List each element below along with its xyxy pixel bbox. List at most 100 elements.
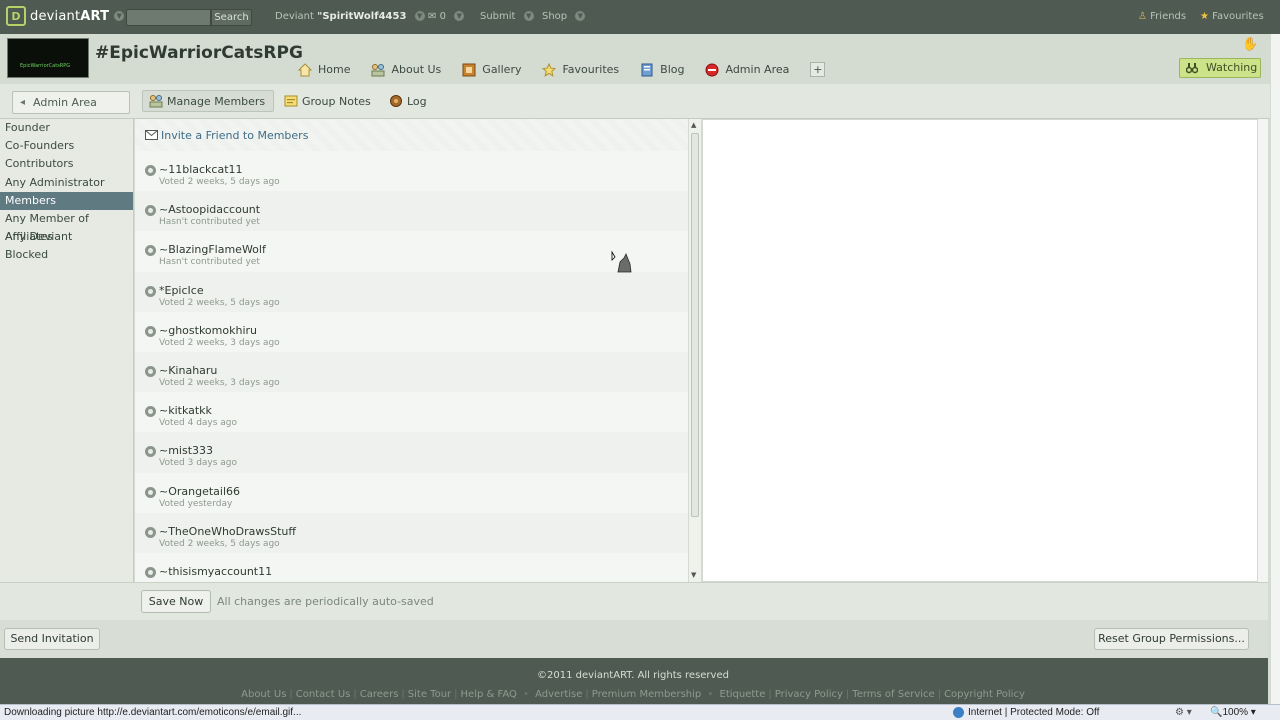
role-co-founders[interactable]: Co-Founders <box>0 137 133 155</box>
send-invitation-button[interactable]: Send Invitation <box>4 628 100 650</box>
chevron-down-icon[interactable]: ▼ <box>575 11 586 21</box>
member-name[interactable]: ~mist333 <box>159 444 688 457</box>
footer-link-etiquette[interactable]: Etiquette <box>720 689 766 700</box>
expand-icon[interactable] <box>145 165 156 176</box>
footer-link-about-us[interactable]: About Us <box>241 689 286 700</box>
footer-link-advertise[interactable]: Advertise <box>535 689 582 700</box>
group-title[interactable]: #EpicWarriorCatsRPG <box>95 43 303 63</box>
expand-icon[interactable] <box>145 205 156 217</box>
expand-icon[interactable] <box>145 245 156 257</box>
reset-group-permissions-button[interactable]: Reset Group Permissions... <box>1094 628 1249 650</box>
list-item[interactable]: ~mist333 Voted 3 days ago <box>135 432 688 473</box>
role-any-member-of-affiliates[interactable]: Any Member of Affiliates <box>0 210 133 243</box>
deviantart-logo[interactable]: D deviantART ▼ <box>6 5 125 27</box>
member-name[interactable]: ~thisismyaccount11 <box>159 565 688 578</box>
window-scrollbar[interactable] <box>1270 34 1280 704</box>
member-name[interactable]: ~11blackcat11 <box>159 163 688 176</box>
zoom-level[interactable]: 🔍100% ▾ <box>1210 707 1256 718</box>
member-name[interactable]: ~TheOneWhoDrawsStuff <box>159 525 688 538</box>
envelope-icon <box>145 130 158 140</box>
role-blocked[interactable]: Blocked <box>0 246 133 264</box>
save-bar: Save Now All changes are periodically au… <box>0 582 1268 620</box>
list-item[interactable]: ~11blackcat11 Voted 2 weeks, 5 days ago <box>135 151 688 191</box>
scrollbar-thumb[interactable] <box>691 133 699 517</box>
chevron-down-icon[interactable]: ▼ <box>414 11 425 21</box>
username[interactable]: "SpiritWolf4453 <box>317 11 406 22</box>
nav-favourites[interactable]: Favourites <box>542 62 619 77</box>
star-icon <box>542 62 557 77</box>
footer-link-premium-membership[interactable]: Premium Membership <box>592 689 701 700</box>
nav-blog[interactable]: Blog <box>640 63 684 77</box>
member-name[interactable]: ~BlazingFlameWolf <box>159 243 688 256</box>
submit-link[interactable]: Submit <box>480 11 515 22</box>
footer-link-privacy-policy[interactable]: Privacy Policy <box>775 689 843 700</box>
tab-manage-members[interactable]: Manage Members <box>142 90 275 112</box>
role-members[interactable]: Members <box>0 191 133 210</box>
detail-panel-scrollbar[interactable] <box>1258 119 1268 582</box>
expand-icon[interactable] <box>145 486 156 498</box>
friends-link[interactable]: ♙ Friends <box>1138 11 1186 22</box>
list-item[interactable]: ~thisismyaccount11 <box>135 553 688 582</box>
member-name[interactable]: *EpicIce <box>159 284 688 297</box>
favourites-link[interactable]: ★ Favourites <box>1200 11 1264 22</box>
footer-link-careers[interactable]: Careers <box>360 689 399 700</box>
expand-icon[interactable] <box>145 446 156 458</box>
expand-icon[interactable] <box>145 325 156 337</box>
security-zone[interactable]: Internet | Protected Mode: Off <box>953 707 1099 718</box>
expand-icon[interactable] <box>145 406 156 418</box>
submit-menu[interactable]: Submit ▼ <box>480 11 534 22</box>
list-item[interactable]: ~kitkatkk Voted 4 days ago <box>135 392 688 432</box>
member-list-scrollbar[interactable]: ▲ ▼ <box>688 119 701 582</box>
user-menu[interactable]: Deviant "SpiritWolf4453 ▼ <box>275 11 425 22</box>
footer-link-site-tour[interactable]: Site Tour <box>408 689 451 700</box>
member-name[interactable]: ~Kinaharu <box>159 364 688 377</box>
tab-group-notes[interactable]: Group Notes <box>284 90 371 112</box>
role-founder[interactable]: Founder <box>0 119 133 137</box>
role-any-administrator[interactable]: Any Administrator <box>0 174 133 192</box>
footer-link-terms-of-service[interactable]: Terms of Service <box>852 689 934 700</box>
nav-home[interactable]: Home <box>298 62 350 77</box>
list-item[interactable]: ~ghostkomokhiru Voted 2 weeks, 3 days ago <box>135 312 688 352</box>
chevron-down-icon[interactable]: ▼ <box>114 11 125 21</box>
tab-log[interactable]: Log <box>389 90 427 112</box>
chevron-down-icon[interactable]: ▼ <box>523 11 534 21</box>
nav-gallery[interactable]: Gallery <box>462 63 521 77</box>
nav-about-us[interactable]: About Us <box>371 63 441 77</box>
add-page-button[interactable]: + <box>810 62 826 77</box>
list-item[interactable]: ~BlazingFlameWolf Hasn't contributed yet <box>135 231 688 271</box>
shop-menu[interactable]: Shop ▼ <box>542 11 586 22</box>
list-item[interactable]: ~Astoopidaccount Hasn't contributed yet <box>135 191 688 232</box>
invite-friend-link[interactable]: Invite a Friend to Members <box>135 119 688 151</box>
list-item[interactable]: ~Kinaharu Voted 2 weeks, 3 days ago <box>135 351 688 393</box>
member-name[interactable]: ~Orangetail66 <box>159 485 688 498</box>
list-item[interactable]: *EpicIce Voted 2 weeks, 5 days ago <box>135 271 688 312</box>
member-name[interactable]: ~ghostkomokhiru <box>159 324 688 337</box>
scroll-up-icon[interactable]: ▲ <box>691 121 696 129</box>
expand-icon[interactable] <box>145 526 156 538</box>
chevron-down-icon[interactable]: ▼ <box>454 11 465 21</box>
save-now-button[interactable]: Save Now <box>141 590 211 613</box>
footer-link-copyright-policy[interactable]: Copyright Policy <box>944 689 1025 700</box>
role-contributors[interactable]: Contributors <box>0 155 133 173</box>
group-avatar[interactable]: EpicWarriorCatsRPG <box>7 38 89 78</box>
search-input[interactable] <box>126 9 211 26</box>
footer-link-help-faq[interactable]: Help & FAQ <box>461 689 517 700</box>
watching-button[interactable]: Watching <box>1179 58 1261 78</box>
expand-icon[interactable] <box>145 365 156 377</box>
nav-admin-area[interactable]: Admin Area <box>705 63 789 77</box>
member-name[interactable]: ~kitkatkk <box>159 404 688 417</box>
list-item[interactable]: ~TheOneWhoDrawsStuff Voted 2 weeks, 5 day… <box>135 512 688 553</box>
member-name[interactable]: ~Astoopidaccount <box>159 203 688 216</box>
role-any-deviant[interactable]: Any Deviant <box>0 228 133 246</box>
admin-area-home-button[interactable]: Admin Area Home <box>12 91 130 130</box>
expand-icon[interactable] <box>145 285 156 297</box>
search-button[interactable]: Search <box>211 9 252 26</box>
thumb-icon[interactable]: ✋ <box>1242 37 1258 52</box>
footer-link-contact-us[interactable]: Contact Us <box>296 689 351 700</box>
expand-icon[interactable] <box>145 566 156 578</box>
scroll-down-icon[interactable]: ▼ <box>691 571 696 579</box>
list-item[interactable]: ~Orangetail66 Voted yesterday <box>135 473 688 513</box>
shop-link[interactable]: Shop <box>542 11 567 22</box>
messages-menu[interactable]: ✉ 0 ▼ <box>428 11 465 22</box>
protected-mode-icon[interactable]: ⚙ ▾ <box>1175 707 1192 718</box>
